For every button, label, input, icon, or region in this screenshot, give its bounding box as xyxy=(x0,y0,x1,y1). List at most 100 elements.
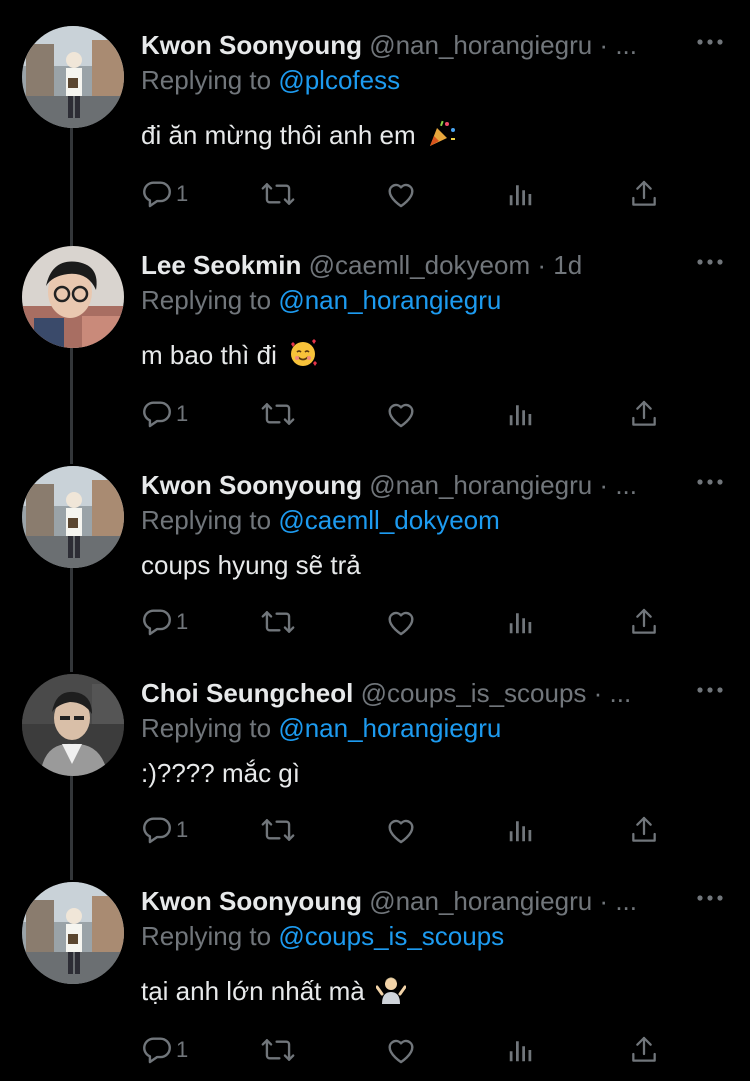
like-button[interactable] xyxy=(384,604,418,640)
like-button[interactable] xyxy=(384,396,418,432)
share-button[interactable] xyxy=(628,176,660,212)
handle[interactable]: @nan_horangiegru · ... xyxy=(369,30,637,60)
reply-button[interactable]: 1 xyxy=(140,176,188,212)
tweet-text-content: tại anh lớn nhất mà xyxy=(141,976,365,1006)
reply-count: 1 xyxy=(176,817,189,842)
replying-to-link[interactable]: @nan_horangiegru xyxy=(278,713,501,743)
reply-thread: Kwon Soonyoung @nan_horangiegru · ... Re… xyxy=(0,0,750,1081)
retweet-icon xyxy=(261,611,295,633)
more-icon[interactable] xyxy=(694,468,726,496)
share-button[interactable] xyxy=(628,604,660,640)
retweet-icon xyxy=(261,403,295,425)
replying-to-link[interactable]: @coups_is_scoups xyxy=(278,921,504,951)
display-name[interactable]: Kwon Soonyoung xyxy=(141,886,362,916)
tweet-header: Kwon Soonyoung @nan_horangiegru · ... xyxy=(141,886,696,916)
replying-prefix: Replying to xyxy=(141,285,279,315)
avatar[interactable] xyxy=(22,466,124,568)
analytics-icon xyxy=(509,613,532,634)
reply-icon xyxy=(143,609,171,636)
tweet-text-content: đi ăn mừng thôi anh em xyxy=(141,120,416,150)
reply-count: 1 xyxy=(176,1037,189,1062)
display-name[interactable]: Kwon Soonyoung xyxy=(141,470,362,500)
share-button[interactable] xyxy=(628,1032,660,1068)
choi-seungcheol-photo xyxy=(22,674,124,776)
kwon-soonyoung-photo xyxy=(22,882,124,984)
display-name[interactable]: Lee Seokmin xyxy=(141,250,301,280)
handle[interactable]: @coups_is_scoups · ... xyxy=(361,678,632,708)
tweet-text: :)???? mắc gì xyxy=(141,756,300,790)
retweet-icon xyxy=(261,1039,295,1061)
tweet-text-content: m bao thì đi xyxy=(141,340,277,370)
more-icon[interactable] xyxy=(694,28,726,56)
like-button[interactable] xyxy=(384,176,418,212)
retweet-button[interactable] xyxy=(260,396,296,432)
analytics-button[interactable] xyxy=(506,176,536,212)
replying-to-link[interactable]: @nan_horangiegru xyxy=(278,285,501,315)
reply-button[interactable]: 1 xyxy=(140,396,188,432)
more-icon[interactable] xyxy=(694,676,726,704)
handle[interactable]: @nan_horangiegru · ... xyxy=(369,470,637,500)
retweet-button[interactable] xyxy=(260,812,296,848)
reply-button[interactable]: 1 xyxy=(140,604,188,640)
retweet-icon xyxy=(261,819,295,841)
more-icon[interactable] xyxy=(694,884,726,912)
tweet-header: Lee Seokmin @caemll_dokyeom · 1d xyxy=(141,250,696,280)
like-button[interactable] xyxy=(384,812,418,848)
tweet-text: coups hyung sẽ trả xyxy=(141,548,361,582)
retweet-button[interactable] xyxy=(260,176,296,212)
reply-button[interactable]: 1 xyxy=(140,1032,188,1068)
reply-button[interactable]: 1 xyxy=(140,812,188,848)
display-name[interactable]: Kwon Soonyoung xyxy=(141,30,362,60)
display-name[interactable]: Choi Seungcheol xyxy=(141,678,353,708)
replying-to: Replying to @caemll_dokyeom xyxy=(141,504,500,536)
kwon-soonyoung-photo xyxy=(22,466,124,568)
share-icon xyxy=(632,1036,656,1062)
tweet-actions: 1 xyxy=(140,604,670,640)
avatar[interactable] xyxy=(22,26,124,128)
replying-to: Replying to @nan_horangiegru xyxy=(141,284,501,316)
person-shrugging-emoji xyxy=(375,974,407,1012)
tweet-actions: 1 xyxy=(140,176,670,212)
replying-to: Replying to @coups_is_scoups xyxy=(141,920,504,952)
reply-icon xyxy=(143,181,171,208)
thread-line xyxy=(70,346,73,464)
reply-count: 1 xyxy=(176,401,189,426)
analytics-button[interactable] xyxy=(506,604,536,640)
replying-to-link[interactable]: @caemll_dokyeom xyxy=(278,505,499,535)
retweet-button[interactable] xyxy=(260,604,296,640)
thread-line xyxy=(70,776,73,880)
handle[interactable]: @nan_horangiegru · ... xyxy=(369,886,637,916)
replying-to-link[interactable]: @plcofess xyxy=(278,65,400,95)
lee-seokmin-photo xyxy=(22,246,124,348)
avatar[interactable] xyxy=(22,246,124,348)
like-icon xyxy=(388,819,414,844)
retweet-icon xyxy=(261,183,295,205)
handle[interactable]: @caemll_dokyeom · 1d xyxy=(309,250,583,280)
like-icon xyxy=(388,403,414,428)
analytics-icon xyxy=(509,185,532,206)
avatar[interactable] xyxy=(22,882,124,984)
retweet-button[interactable] xyxy=(260,1032,296,1068)
analytics-button[interactable] xyxy=(506,396,536,432)
tweet-text-content: coups hyung sẽ trả xyxy=(141,550,361,580)
share-button[interactable] xyxy=(628,812,660,848)
share-button[interactable] xyxy=(628,396,660,432)
reply-icon xyxy=(143,1037,171,1064)
analytics-button[interactable] xyxy=(506,1032,536,1068)
replying-prefix: Replying to xyxy=(141,505,279,535)
reply-count: 1 xyxy=(176,609,189,634)
more-icon[interactable] xyxy=(694,248,726,276)
tweet-text: tại anh lớn nhất mà xyxy=(141,974,407,1012)
analytics-button[interactable] xyxy=(506,812,536,848)
like-icon xyxy=(388,183,414,208)
like-button[interactable] xyxy=(384,1032,418,1068)
replying-to: Replying to @plcofess xyxy=(141,64,400,96)
analytics-icon xyxy=(509,1041,532,1062)
replying-prefix: Replying to xyxy=(141,65,279,95)
share-icon xyxy=(632,608,656,634)
avatar[interactable] xyxy=(22,674,124,776)
thread-line xyxy=(70,128,73,246)
tweet-text: m bao thì đi xyxy=(141,338,318,376)
tweet-header: Kwon Soonyoung @nan_horangiegru · ... xyxy=(141,30,696,60)
tweet-actions: 1 xyxy=(140,1032,670,1068)
